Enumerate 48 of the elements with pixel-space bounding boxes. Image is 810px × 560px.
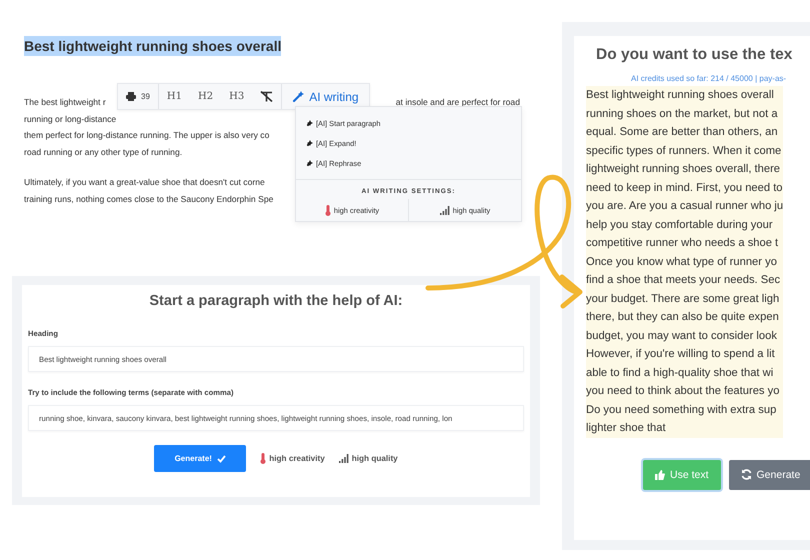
generated-text: specific types of runners. When it come — [586, 144, 782, 158]
generated-text: your budget. There are some great ligh — [586, 292, 780, 306]
generated-text: need to keep in mind. First, you need to — [586, 180, 784, 196]
generated-text: competitive runner who needs a shoe t — [586, 236, 780, 251]
thermometer-icon — [260, 453, 266, 464]
generated-text: you need to think about the features yo — [586, 384, 780, 399]
paragraph-text: training runs, nothing comes close to the Saucony Endorphin Spe — [24, 192, 274, 206]
generate-button[interactable]: Generate! — [154, 445, 246, 472]
generated-text: Best lightweight running shoes overall — [586, 88, 775, 103]
refresh-icon — [740, 469, 752, 480]
generated-text: you are. Are you a casual runner who ju — [586, 199, 784, 214]
word-count-button[interactable]: 39 — [118, 84, 158, 109]
thermometer-icon — [324, 204, 331, 216]
generate-again-button[interactable]: Generate — [728, 460, 810, 490]
heading-button[interactable]: H1 — [158, 84, 190, 109]
generated-text: there, but they can also be quite expen — [586, 310, 780, 325]
printer-icon — [126, 92, 136, 101]
generated-text: able to find a high-quality shoe that wi — [586, 366, 774, 380]
paragraph-text: Ultimately, if you want a great-value shoe that doesn't cut corne — [24, 176, 265, 189]
setting-option[interactable]: high creativity — [260, 453, 325, 464]
generated-text: Once you know what type of runner yo — [586, 254, 778, 270]
signal-bars-icon — [338, 454, 349, 463]
dialog-title: Start a paragraph with the help of AI: — [149, 293, 403, 309]
generated-text: equal. Some are better than others, an — [586, 125, 779, 140]
generated-text: running shoes on the market, but not a — [586, 106, 779, 122]
clear-format-icon — [260, 91, 274, 102]
ai-writing-button[interactable]: AI writing — [282, 84, 369, 109]
paragraph-text: The best lightweight r — [24, 96, 106, 109]
generated-text: Do you need something with extra sup — [586, 402, 778, 418]
generated-text: lighter shoe that — [586, 421, 667, 436]
result-title: Do you want to use the tex — [596, 46, 794, 64]
heading-button[interactable]: H3 — [221, 84, 252, 109]
paragraph-text: at insole and are perfect for road — [396, 96, 520, 109]
check-icon — [216, 454, 226, 462]
paragraph-text: them perfect for long-distance running. The upper is also very co — [24, 129, 270, 142]
paragraph-text: running or long-distance — [24, 112, 116, 126]
generated-text: lightweight running shoes overall, there — [586, 162, 782, 177]
generated-text: help you stay comfortable during your — [586, 218, 774, 232]
heading-button[interactable]: H2 — [190, 84, 222, 109]
paragraph-text: road running or any other type of running. — [24, 146, 182, 159]
generated-text: budget, you may want to consider look — [586, 328, 778, 344]
heading-text: Best lightweight running shoes overall — [24, 36, 282, 56]
credits-text: AI credits used so far: 214 / 45000 | pay-as- — [631, 74, 788, 83]
signal-bars-icon — [440, 206, 450, 214]
generated-text: find a shoe that meets your needs. Sec — [586, 273, 782, 288]
setting-option[interactable]: high quality — [338, 454, 398, 463]
generated-text: However, if you're willing to spend a lit — [586, 347, 776, 362]
thumbs-up-icon — [655, 470, 665, 480]
